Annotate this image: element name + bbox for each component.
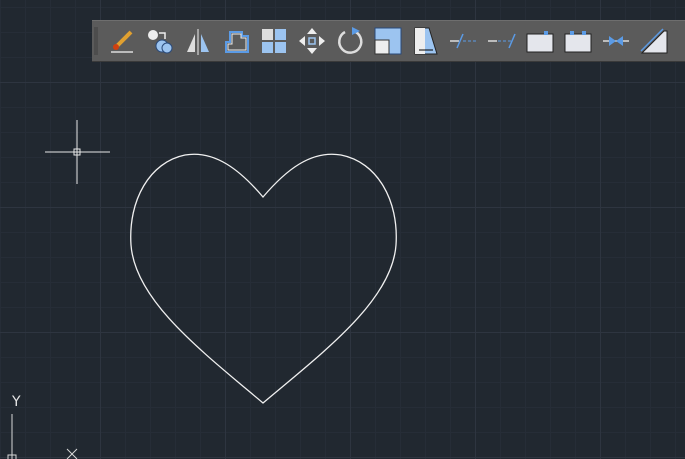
eraser-icon [111,30,133,53]
modify-toolbar [92,20,685,62]
drawing-layer [7,120,397,459]
rotate-button[interactable] [334,25,366,57]
offset-icon [225,31,249,53]
scale-icon [374,27,402,55]
ucs-icon [7,414,78,459]
array-button[interactable] [258,25,290,57]
mirror-button[interactable] [182,25,214,57]
heart-shape[interactable] [130,153,397,404]
extend-button[interactable] [486,25,518,57]
copy-button[interactable] [144,25,176,57]
stretch-icon [414,27,438,55]
erase-button[interactable] [106,25,138,57]
move-icon [299,28,325,54]
chamfer-icon [640,28,668,54]
mirror-icon [187,29,209,55]
stretch-button[interactable] [410,25,442,57]
chamfer-button[interactable] [638,25,670,57]
toolbar-grip[interactable] [94,27,98,55]
break-icon [564,31,592,53]
move-button[interactable] [296,25,328,57]
copy-icon [148,30,173,54]
array-icon [262,29,286,53]
trim-button[interactable] [448,25,480,57]
break-button[interactable] [562,25,594,57]
break-at-point-icon [526,31,554,53]
extend-icon [488,33,516,49]
offset-button[interactable] [220,25,252,57]
join-icon [603,36,629,46]
break-at-point-button[interactable] [524,25,556,57]
trim-icon [450,33,478,49]
rotate-icon [338,27,363,54]
scale-button[interactable] [372,25,404,57]
ucs-y-label: Y [12,394,21,410]
crosshair-cursor [45,120,110,184]
join-button[interactable] [600,25,632,57]
